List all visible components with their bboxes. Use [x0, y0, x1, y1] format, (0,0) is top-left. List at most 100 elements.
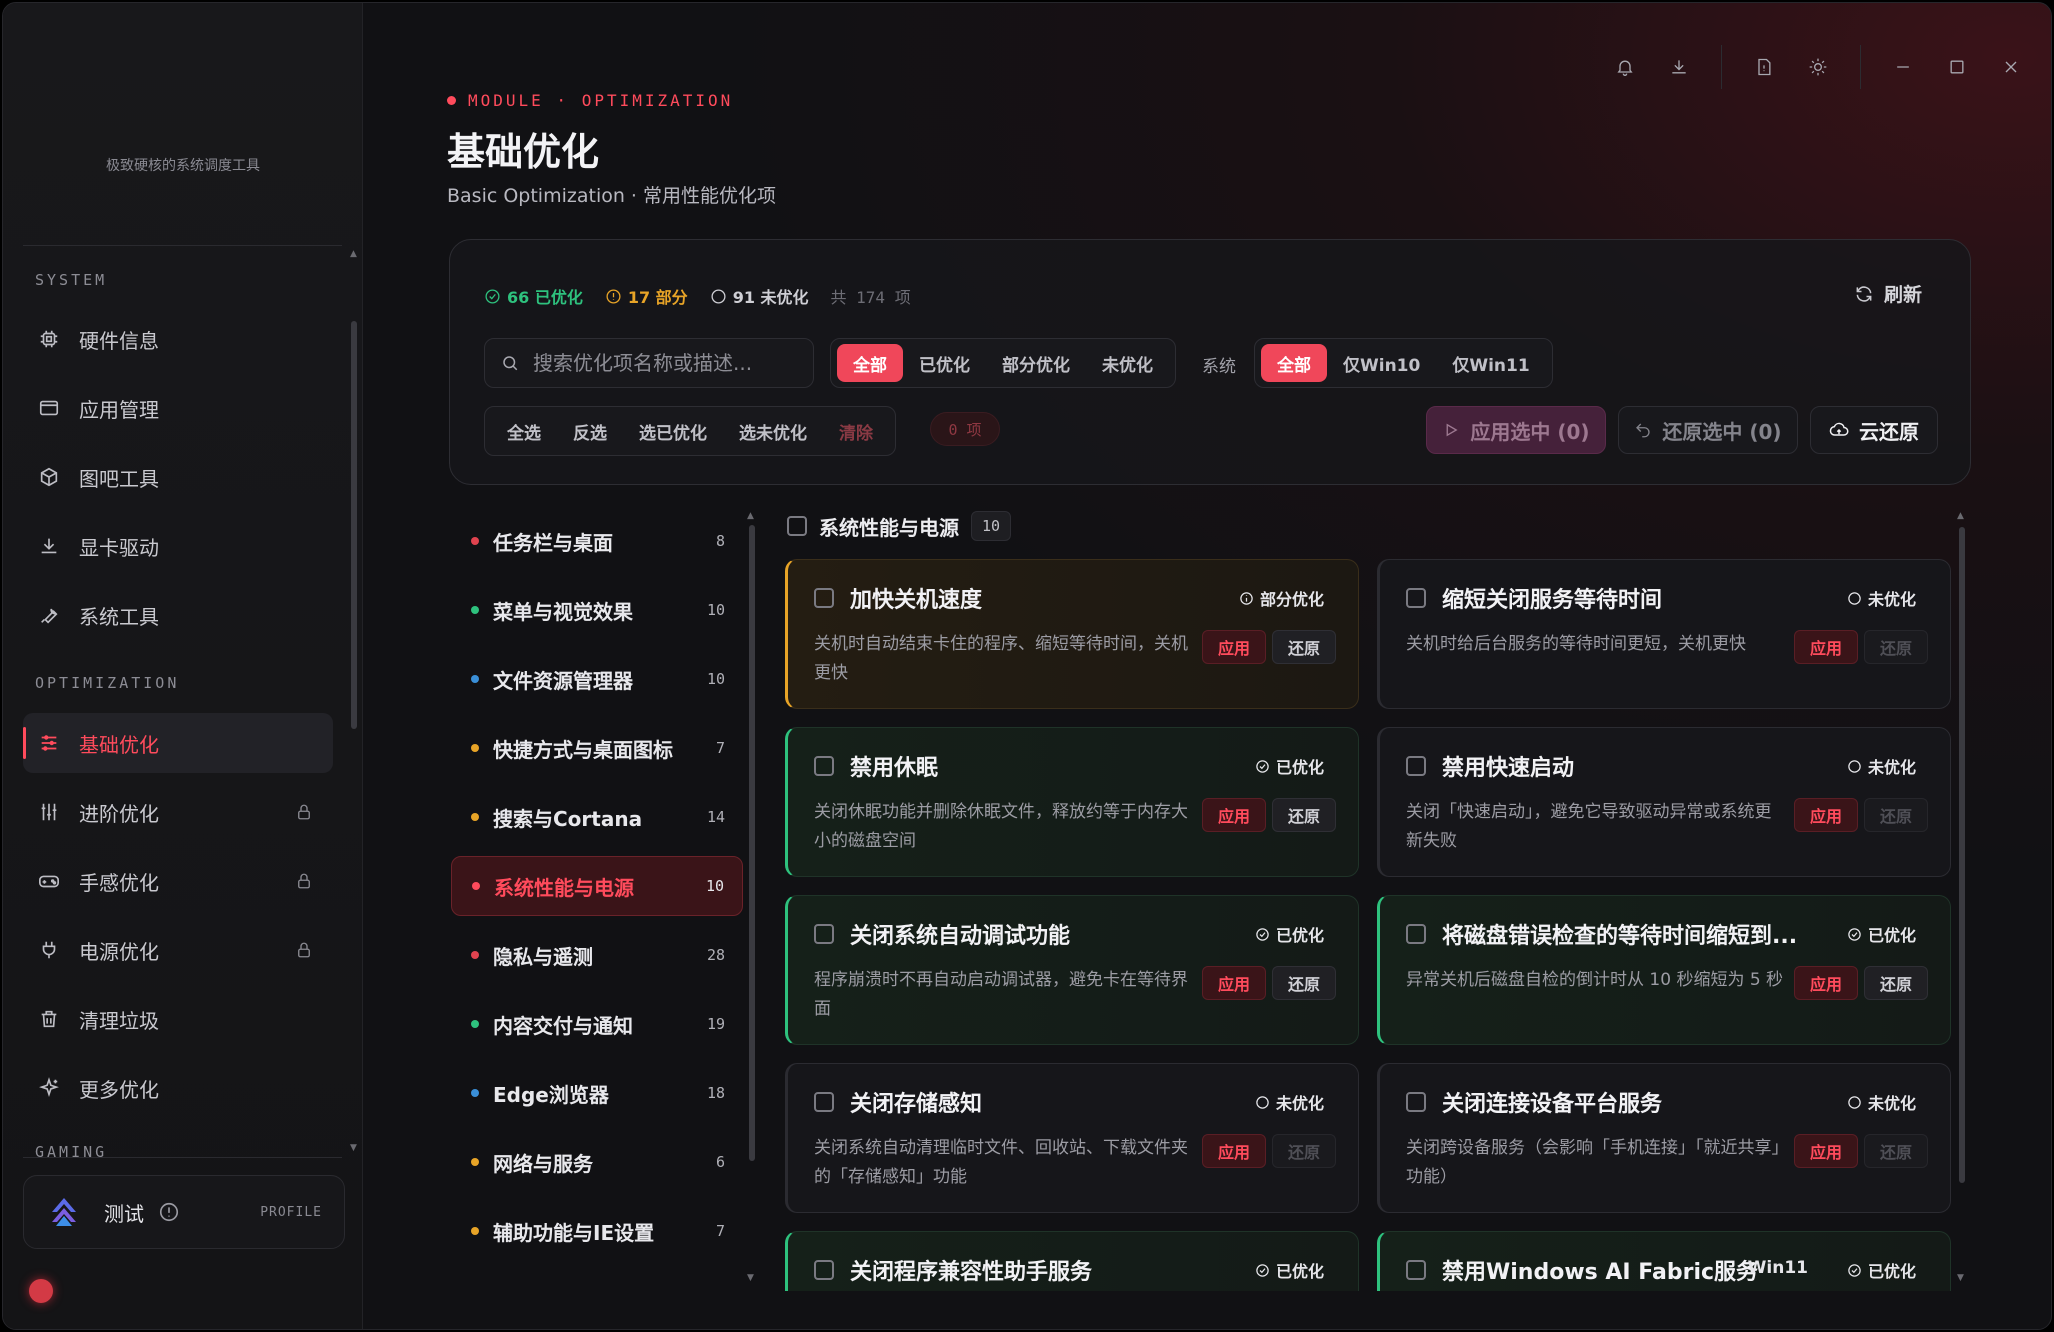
document-icon[interactable]: [1752, 55, 1776, 79]
status-filter: 全部 已优化 部分优化 未优化: [830, 338, 1176, 388]
cloud-restore-button[interactable]: 云还原: [1810, 406, 1938, 454]
status-badge: 已优化: [1255, 922, 1324, 946]
cloud-icon: [1829, 422, 1849, 436]
item-checkbox[interactable]: [814, 1260, 834, 1280]
sidebar-item-apps[interactable]: 应用管理: [23, 378, 333, 438]
restore-button[interactable]: 还原: [1272, 1134, 1336, 1168]
select-unoptimized-button[interactable]: 选未优化: [723, 412, 823, 450]
status-badge: 未优化: [1255, 1090, 1324, 1114]
sidebar-item-advanced-optimization[interactable]: 进阶优化: [23, 782, 333, 842]
maximize-icon[interactable]: [1945, 55, 1969, 79]
scroll-up-arrow[interactable]: ▲: [747, 511, 754, 521]
item-checkbox[interactable]: [814, 588, 834, 608]
sidebar-item-feel-optimization[interactable]: 手感优化: [23, 851, 333, 911]
item-checkbox[interactable]: [814, 924, 834, 944]
sidebar-item-cleanup[interactable]: 清理垃圾: [23, 989, 333, 1049]
category-item[interactable]: 快捷方式与桌面图标 7: [451, 718, 743, 778]
sidebar-item-system-tools[interactable]: 系统工具: [23, 585, 333, 645]
item-checkbox[interactable]: [814, 1092, 834, 1112]
restore-button[interactable]: 还原: [1272, 966, 1336, 1000]
item-checkbox[interactable]: [1406, 1092, 1426, 1112]
category-item[interactable]: 网络与服务 6: [451, 1132, 743, 1192]
item-checkbox[interactable]: [1406, 756, 1426, 776]
category-count: 7: [715, 739, 725, 757]
category-scrollbar[interactable]: [749, 525, 755, 1161]
scroll-up-arrow[interactable]: ▲: [1957, 511, 1964, 521]
apply-button[interactable]: 应用: [1202, 630, 1266, 664]
apply-button[interactable]: 应用: [1202, 1134, 1266, 1168]
restore-button[interactable]: 还原: [1864, 630, 1928, 664]
category-item[interactable]: 菜单与视觉效果 10: [451, 580, 743, 640]
item-title: 将磁盘错误检查的等待时间缩短到...: [1442, 924, 1798, 949]
apply-button[interactable]: 应用: [1794, 966, 1858, 1000]
category-item[interactable]: 搜索与Cortana 14: [451, 787, 743, 847]
sidebar-item-power-optimization[interactable]: 电源优化: [23, 920, 333, 980]
filter-system-all[interactable]: 全部: [1261, 344, 1327, 382]
restore-button[interactable]: 还原: [1864, 966, 1928, 1000]
apply-button[interactable]: 应用: [1794, 630, 1858, 664]
close-icon[interactable]: [1999, 55, 2023, 79]
filter-system-win10[interactable]: 仅Win10: [1327, 344, 1436, 382]
profile-card[interactable]: 测试 PROFILE: [23, 1175, 345, 1249]
apply-button[interactable]: 应用: [1794, 798, 1858, 832]
apply-button[interactable]: 应用: [1202, 798, 1266, 832]
scroll-down-arrow[interactable]: ▼: [747, 1273, 754, 1283]
category-name: 隐私与遥测: [493, 944, 593, 969]
filter-status-partial[interactable]: 部分优化: [986, 344, 1086, 382]
refresh-button[interactable]: 刷新: [1854, 280, 1922, 307]
scroll-up-arrow[interactable]: ▲: [350, 249, 357, 259]
category-item[interactable]: 文件资源管理器 10: [451, 649, 743, 709]
category-dot: [471, 1227, 479, 1235]
category-item[interactable]: 辅助功能与IE设置 7: [451, 1201, 743, 1261]
items-scrollbar[interactable]: [1959, 527, 1965, 1183]
category-item[interactable]: Edge浏览器 18: [451, 1063, 743, 1123]
system-filter: 全部 仅Win10 仅Win11: [1254, 338, 1553, 388]
sidebar-item-more-optimization[interactable]: 更多优化: [23, 1058, 333, 1118]
item-checkbox[interactable]: [1406, 1260, 1426, 1280]
scroll-down-arrow[interactable]: ▼: [350, 1143, 357, 1153]
invert-selection-button[interactable]: 反选: [557, 412, 623, 450]
restore-button[interactable]: 还原: [1864, 1134, 1928, 1168]
category-dot: [471, 606, 479, 614]
item-checkbox[interactable]: [814, 756, 834, 776]
restore-button[interactable]: 还原: [1864, 798, 1928, 832]
restore-button[interactable]: 还原: [1272, 798, 1336, 832]
search-input[interactable]: [533, 351, 803, 375]
restore-selected-button[interactable]: 还原选中 (0): [1618, 406, 1798, 454]
filter-status-all[interactable]: 全部: [837, 344, 903, 382]
sidebar-scrollbar[interactable]: [351, 321, 357, 729]
info-icon[interactable]: [158, 1201, 180, 1223]
item-checkbox[interactable]: [1406, 588, 1426, 608]
filter-system-win11[interactable]: 仅Win11: [1436, 344, 1545, 382]
category-item[interactable]: 隐私与遥测 28: [451, 925, 743, 985]
select-all-button[interactable]: 全选: [491, 412, 557, 450]
sidebar-item-label: 图吧工具: [79, 466, 159, 491]
scroll-down-arrow[interactable]: ▼: [1957, 1273, 1964, 1283]
sidebar-item-hardware[interactable]: 硬件信息: [23, 309, 333, 369]
search-box[interactable]: [484, 338, 814, 388]
restore-button[interactable]: 还原: [1272, 630, 1336, 664]
category-item[interactable]: 任务栏与桌面 8: [451, 511, 743, 571]
category-item[interactable]: 内容交付与通知 19: [451, 994, 743, 1054]
module-dot: [447, 96, 456, 105]
sun-icon[interactable]: [1806, 55, 1830, 79]
bell-icon[interactable]: [1613, 55, 1637, 79]
filter-status-optimized[interactable]: 已优化: [903, 344, 986, 382]
group-select-checkbox[interactable]: [787, 516, 807, 536]
sidebar-item-toolbox[interactable]: 图吧工具: [23, 447, 333, 507]
section-label-gaming: GAMING: [35, 1143, 108, 1157]
clear-selection-button[interactable]: 清除: [823, 412, 889, 450]
circle-icon: [711, 288, 726, 304]
apply-button[interactable]: 应用: [1794, 1134, 1858, 1168]
category-item-active[interactable]: 系统性能与电源 10: [451, 856, 743, 916]
apply-button[interactable]: 应用: [1202, 966, 1266, 1000]
sidebar-item-label: 基础优化: [79, 732, 159, 757]
filter-status-unoptimized[interactable]: 未优化: [1086, 344, 1169, 382]
download-icon[interactable]: [1667, 55, 1691, 79]
item-checkbox[interactable]: [1406, 924, 1426, 944]
minimize-icon[interactable]: [1891, 55, 1915, 79]
select-optimized-button[interactable]: 选已优化: [623, 412, 723, 450]
apply-selected-button[interactable]: 应用选中 (0): [1426, 406, 1606, 454]
sidebar-item-gpu-driver[interactable]: 显卡驱动: [23, 516, 333, 576]
sidebar-item-basic-optimization[interactable]: 基础优化: [23, 713, 333, 773]
